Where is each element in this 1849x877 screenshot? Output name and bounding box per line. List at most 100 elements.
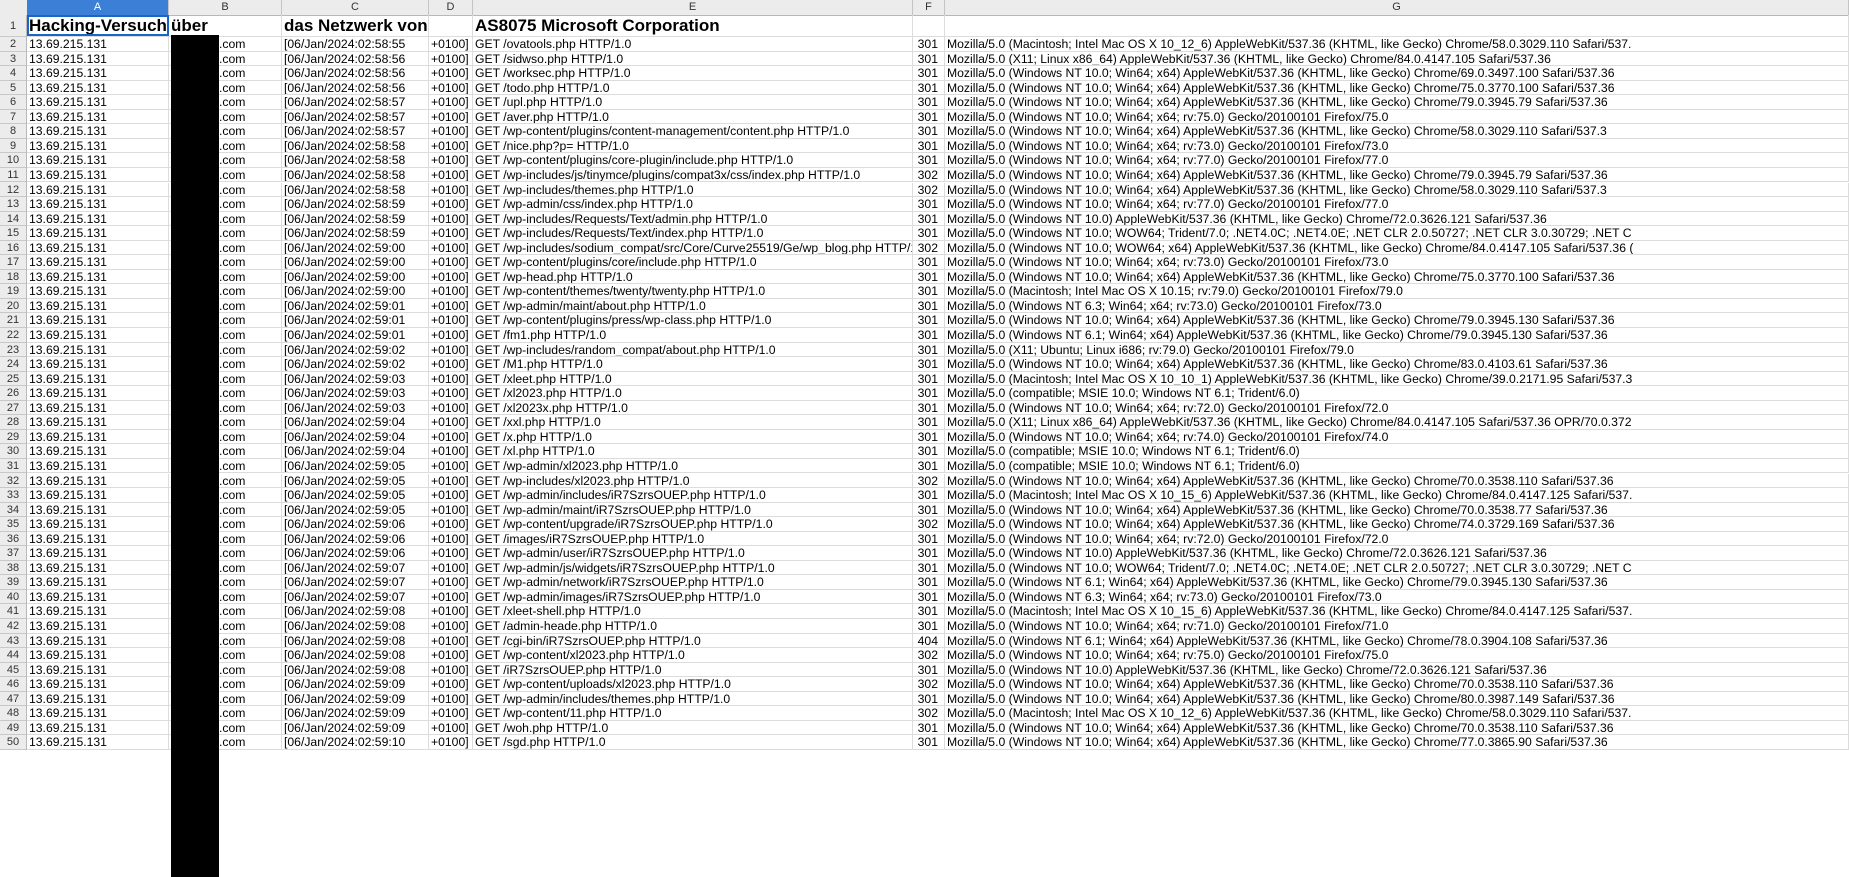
cell-f[interactable]: 301 xyxy=(913,153,945,167)
row-number[interactable]: 4 xyxy=(0,66,26,81)
cell-c[interactable]: [06/Jan/2024:02:58:59 xyxy=(282,226,429,240)
cell-c1[interactable]: das Netzwerk von xyxy=(282,15,429,36)
cell-e[interactable]: GET /wp-content/upgrade/iR7SzrsOUEP.php … xyxy=(473,517,913,531)
cell-f[interactable]: 302 xyxy=(913,706,945,720)
cell-e[interactable]: GET /M1.php HTTP/1.0 xyxy=(473,357,913,371)
row-number[interactable]: 27 xyxy=(0,401,26,416)
cell-a[interactable]: 13.69.215.131 xyxy=(27,313,169,327)
row-number[interactable]: 37 xyxy=(0,546,26,561)
cell-g[interactable]: Mozilla/5.0 (Macintosh; Intel Mac OS X 1… xyxy=(945,37,1849,51)
row-number[interactable]: 48 xyxy=(0,706,26,721)
column-header-f[interactable]: F xyxy=(913,0,945,15)
row-number[interactable]: 9 xyxy=(0,139,26,154)
cell-c[interactable]: [06/Jan/2024:02:59:04 xyxy=(282,415,429,429)
row-number[interactable]: 44 xyxy=(0,648,26,663)
cell-e[interactable]: GET /xl2023x.php HTTP/1.0 xyxy=(473,400,913,415)
cell-g[interactable]: Mozilla/5.0 (Macintosh; Intel Mac OS X 1… xyxy=(945,488,1849,502)
row-number[interactable]: 15 xyxy=(0,226,26,241)
cell-d[interactable]: +0100] xyxy=(429,167,473,182)
row-number[interactable]: 20 xyxy=(0,299,26,314)
cell-c[interactable]: [06/Jan/2024:02:58:57 xyxy=(282,109,429,124)
cell-d[interactable]: +0100] xyxy=(429,226,473,240)
row-number[interactable]: 45 xyxy=(0,663,26,678)
cell-e[interactable]: GET /wp-includes/random_compat/about.php… xyxy=(473,342,913,357)
cell-f[interactable]: 301 xyxy=(913,197,945,211)
row-number[interactable]: 2 xyxy=(0,37,26,52)
cell-e[interactable]: GET /wp-content/plugins/core/include.php… xyxy=(473,255,913,269)
cell-f[interactable]: 301 xyxy=(913,720,945,735)
cell-a[interactable]: 13.69.215.131 xyxy=(27,51,169,66)
cell-e[interactable]: GET /woh.php HTTP/1.0 xyxy=(473,720,913,735)
cell-g[interactable]: Mozilla/5.0 (Windows NT 10.0; Win64; x64… xyxy=(945,138,1849,153)
cell-a[interactable]: 13.69.215.131 xyxy=(27,604,169,618)
cell-e[interactable]: GET /wp-content/themes/twenty/twenty.php… xyxy=(473,284,913,298)
cell-a[interactable]: 13.69.215.131 xyxy=(27,182,169,197)
row-number[interactable]: 14 xyxy=(0,212,26,227)
row-number[interactable]: 23 xyxy=(0,343,26,358)
cell-a[interactable]: 13.69.215.131 xyxy=(27,226,169,240)
cell-c[interactable]: [06/Jan/2024:02:58:59 xyxy=(282,197,429,211)
cell-f[interactable]: 301 xyxy=(913,589,945,604)
row-number[interactable]: 47 xyxy=(0,692,26,707)
cell-a[interactable]: 13.69.215.131 xyxy=(27,109,169,124)
cell-g[interactable]: Mozilla/5.0 (Macintosh; Intel Mac OS X 1… xyxy=(945,706,1849,720)
row-number[interactable]: 43 xyxy=(0,634,26,649)
row-number[interactable]: 25 xyxy=(0,372,26,387)
cell-e[interactable]: GET /ovatools.php HTTP/1.0 xyxy=(473,37,913,51)
cell-d[interactable]: +0100] xyxy=(429,284,473,298)
cell-d[interactable]: +0100] xyxy=(429,706,473,720)
cell-f[interactable]: 301 xyxy=(913,357,945,371)
cell-f[interactable]: 301 xyxy=(913,51,945,66)
cell-c[interactable]: [06/Jan/2024:02:59:03 xyxy=(282,386,429,400)
cell-e[interactable]: GET /xleet-shell.php HTTP/1.0 xyxy=(473,604,913,618)
cell-f[interactable]: 301 xyxy=(913,371,945,386)
cell-a[interactable]: 13.69.215.131 xyxy=(27,720,169,735)
cell-e[interactable]: GET /wp-content/xl2023.php HTTP/1.0 xyxy=(473,648,913,662)
cell-d[interactable]: +0100] xyxy=(429,735,473,749)
cell-f1[interactable] xyxy=(913,15,945,36)
cell-c[interactable]: [06/Jan/2024:02:58:58 xyxy=(282,153,429,167)
cell-f[interactable]: 301 xyxy=(913,66,945,80)
cell-c[interactable]: [06/Jan/2024:02:59:03 xyxy=(282,371,429,386)
column-header-e[interactable]: E xyxy=(473,0,913,15)
cell-e1[interactable]: AS8075 Microsoft Corporation xyxy=(473,15,913,36)
cell-e[interactable]: GET /wp-admin/js/widgets/iR7SzrsOUEP.php… xyxy=(473,560,913,575)
cell-g[interactable]: Mozilla/5.0 (Windows NT 10.0; Win64; x64… xyxy=(945,182,1849,197)
row-number[interactable]: 39 xyxy=(0,575,26,590)
cell-c[interactable]: [06/Jan/2024:02:59:03 xyxy=(282,400,429,415)
cell-d[interactable]: +0100] xyxy=(429,662,473,677)
cell-e[interactable]: GET /wp-admin/xl2023.php HTTP/1.0 xyxy=(473,458,913,473)
cell-d[interactable]: +0100] xyxy=(429,400,473,415)
cell-f[interactable]: 301 xyxy=(913,328,945,342)
cell-e[interactable]: GET /wp-includes/Requests/Text/index.php… xyxy=(473,226,913,240)
cell-g[interactable]: Mozilla/5.0 (Windows NT 10.0; Win64; x64… xyxy=(945,153,1849,167)
cell-d[interactable]: +0100] xyxy=(429,619,473,633)
cell-g[interactable]: Mozilla/5.0 (X11; Linux x86_64) AppleWeb… xyxy=(945,51,1849,66)
cell-c[interactable]: [06/Jan/2024:02:59:04 xyxy=(282,444,429,458)
row-number[interactable]: 30 xyxy=(0,444,26,459)
cell-c[interactable]: [06/Jan/2024:02:59:09 xyxy=(282,706,429,720)
cell-e[interactable]: GET /wp-content/plugins/press/wp-class.p… xyxy=(473,313,913,327)
cell-e[interactable]: GET /wp-admin/user/iR7SzrsOUEP.php HTTP/… xyxy=(473,546,913,560)
cell-d[interactable]: +0100] xyxy=(429,589,473,604)
cell-a[interactable]: 13.69.215.131 xyxy=(27,415,169,429)
cell-g[interactable]: Mozilla/5.0 (Windows NT 6.3; Win64; x64;… xyxy=(945,298,1849,313)
cell-d[interactable]: +0100] xyxy=(429,458,473,473)
cell-a[interactable]: 13.69.215.131 xyxy=(27,706,169,720)
cell-a[interactable]: 13.69.215.131 xyxy=(27,357,169,371)
cell-a[interactable]: 13.69.215.131 xyxy=(27,138,169,153)
cell-e[interactable]: GET /wp-includes/sodium_compat/src/Core/… xyxy=(473,240,913,255)
cell-d[interactable]: +0100] xyxy=(429,633,473,648)
cell-c[interactable]: [06/Jan/2024:02:59:07 xyxy=(282,575,429,589)
cell-e[interactable]: GET /x.php HTTP/1.0 xyxy=(473,429,913,444)
cell-c[interactable]: [06/Jan/2024:02:58:56 xyxy=(282,66,429,80)
cell-f[interactable]: 301 xyxy=(913,400,945,415)
cell-d[interactable]: +0100] xyxy=(429,517,473,531)
cell-a[interactable]: 13.69.215.131 xyxy=(27,458,169,473)
cell-g[interactable]: Mozilla/5.0 (Windows NT 10.0; Win64; x64… xyxy=(945,80,1849,95)
cell-d[interactable]: +0100] xyxy=(429,298,473,313)
cell-d[interactable]: +0100] xyxy=(429,371,473,386)
cell-g1[interactable] xyxy=(945,15,1849,36)
cell-e[interactable]: GET /iR7SzrsOUEP.php HTTP/1.0 xyxy=(473,662,913,677)
cell-g[interactable]: Mozilla/5.0 (Windows NT 10.0; WOW64; Tri… xyxy=(945,560,1849,575)
